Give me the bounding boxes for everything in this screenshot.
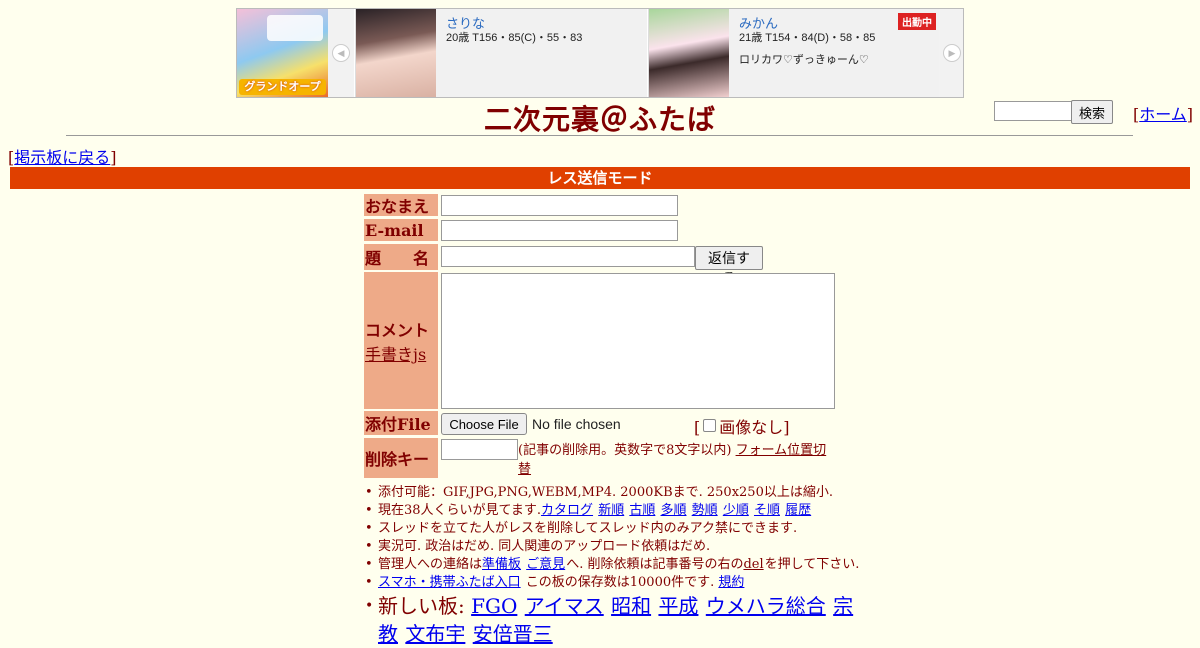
chevron-left-icon: ◀: [332, 44, 350, 62]
board-notes: 添付可能：GIF,JPG,PNG,WEBM,MP4. 2000KBまで. 250…: [365, 484, 860, 648]
email-label: E-mail: [364, 219, 438, 241]
header-divider: [66, 135, 1133, 136]
note-thread-ban: スレッドを立てた人がレスを削除してスレッド内のみアク禁にできます.: [365, 520, 859, 538]
back-link-wrapper: [掲示板に戻る]: [8, 148, 117, 167]
ad-next-button[interactable]: ▶: [939, 9, 963, 97]
ad-card-message: ロリカワ♡ずっきゅーん♡: [739, 54, 869, 66]
comment-label-cell: コメント 手書きjs: [364, 272, 438, 409]
delkey-label: 削除キー: [364, 438, 438, 478]
name-field[interactable]: [441, 195, 678, 216]
subject-field[interactable]: [441, 246, 695, 267]
contact-text-suffix: を押して下さい.: [764, 557, 860, 572]
note-new-boards: 新しい板: FGO アイマス 昭和 平成 ウメハラ総合 宗教 文布宇 安倍晋三: [365, 592, 858, 648]
note-contact: 管理人への連絡は準備板 ご意見へ. 削除依頼は記事番号の右のdelを押して下さい…: [365, 556, 860, 574]
no-image-checkbox[interactable]: [703, 419, 717, 432]
mobile-entry-link[interactable]: スマホ・携帯ふたば入口: [378, 575, 521, 590]
chevron-right-icon: ▶: [943, 44, 961, 62]
ad-card-spec: 21歳 T154・84(D)・58・85: [739, 32, 876, 44]
note-mobile: スマホ・携帯ふたば入口 この板の保存数は10000件です. 規約: [365, 574, 859, 592]
ad-banner[interactable]: グランドオープン ◀ さりな 20歳 T156・85(C)・55・83 みかん …: [236, 8, 964, 98]
note-rules: 実況可. 政治はだめ. 同人関連のアップロード依頼はだめ.: [365, 538, 859, 556]
sort-link-fewest[interactable]: 少順: [723, 503, 749, 518]
board-link-umehara[interactable]: ウメハラ総合: [706, 594, 826, 618]
viewer-count-text: 現在38人くらいが見てます.: [378, 503, 542, 518]
reply-mode-bar: レス送信モード: [10, 167, 1190, 189]
name-label: おなまえ: [364, 194, 438, 216]
note-viewers: 現在38人くらいが見てます.カタログ 新順 古順 多順 勢順 少順 そ順 履歴: [365, 502, 859, 520]
ad-prev-button[interactable]: ◀: [328, 9, 354, 97]
board-link-showa[interactable]: 昭和: [611, 594, 651, 618]
no-image-label: 画像なし: [719, 418, 784, 437]
sort-link-momentum[interactable]: 勢順: [692, 503, 718, 518]
board-link-heisei[interactable]: 平成: [658, 594, 698, 618]
no-image-option[interactable]: [画像なし]: [694, 414, 790, 438]
save-count-text: この板の保存数は10000件です.: [521, 575, 715, 590]
comment-field[interactable]: [441, 273, 835, 409]
search-input[interactable]: [994, 101, 1076, 121]
sort-link-so[interactable]: そ順: [754, 503, 780, 518]
ad-card-status-badge: 出勤中: [898, 13, 936, 30]
feedback-link[interactable]: ご意見: [526, 557, 565, 572]
delkey-note: (記事の削除用。英数字で8文字以内) フォーム位置切替: [518, 441, 834, 479]
home-link[interactable]: ホーム: [1139, 105, 1187, 124]
ad-card-mikan[interactable]: みかん 21歳 T154・84(D)・58・85 ロリカワ♡ずっきゅーん♡ 出勤…: [648, 9, 940, 97]
sort-link-most[interactable]: 多順: [661, 503, 687, 518]
sort-link-oldest[interactable]: 古順: [629, 503, 655, 518]
ad-card-spec: 20歳 T156・85(C)・55・83: [446, 32, 583, 44]
shop-ad-logo: [267, 15, 323, 41]
subject-label: 題 名: [364, 244, 438, 270]
del-link[interactable]: del: [743, 557, 763, 572]
terms-link[interactable]: 規約: [718, 575, 744, 590]
board-link-abe[interactable]: 安倍晋三: [473, 622, 553, 646]
email-field[interactable]: [441, 220, 678, 241]
delete-key-field[interactable]: [441, 439, 518, 460]
file-status: No file chosen: [532, 416, 621, 432]
prep-board-link[interactable]: 準備板: [482, 557, 521, 572]
choose-file-button[interactable]: Choose File: [441, 413, 527, 435]
sort-link-history[interactable]: 履歴: [785, 503, 811, 518]
board-link-imas[interactable]: アイマス: [525, 594, 604, 618]
ad-card-photo: [356, 9, 436, 97]
back-to-board-link[interactable]: 掲示板に戻る: [14, 148, 110, 167]
note-allowed-files: 添付可能：GIF,JPG,PNG,WEBM,MP4. 2000KBまで. 250…: [365, 484, 859, 502]
file-label: 添付File: [364, 411, 438, 435]
board-link-bunfuu[interactable]: 文布宇: [405, 622, 465, 646]
search-button[interactable]: 検索: [1071, 100, 1113, 124]
reply-submit-button[interactable]: 返信する: [695, 246, 763, 287]
comment-label: コメント: [365, 320, 430, 340]
delkey-hint: (記事の削除用。英数字で8文字以内): [518, 443, 732, 458]
shop-ad-badge: グランドオープン: [239, 79, 326, 95]
contact-text-middle: へ. 削除依頼は記事番号の右の: [566, 557, 744, 572]
handwrite-link[interactable]: 手書きjs: [365, 341, 426, 365]
contact-text: 管理人への連絡は: [378, 557, 483, 572]
new-boards-label: 新しい板:: [378, 594, 465, 618]
shop-ad-image[interactable]: グランドオープン: [237, 9, 328, 97]
ad-card-sarina[interactable]: さりな 20歳 T156・85(C)・55・83: [355, 9, 647, 97]
board-link-fgo[interactable]: FGO: [471, 594, 517, 618]
sort-link-newest[interactable]: 新順: [598, 503, 624, 518]
ad-card-photo: [649, 9, 729, 97]
sort-link-catalog[interactable]: カタログ: [541, 503, 593, 518]
home-link-wrapper: [ホーム]: [1133, 105, 1194, 124]
